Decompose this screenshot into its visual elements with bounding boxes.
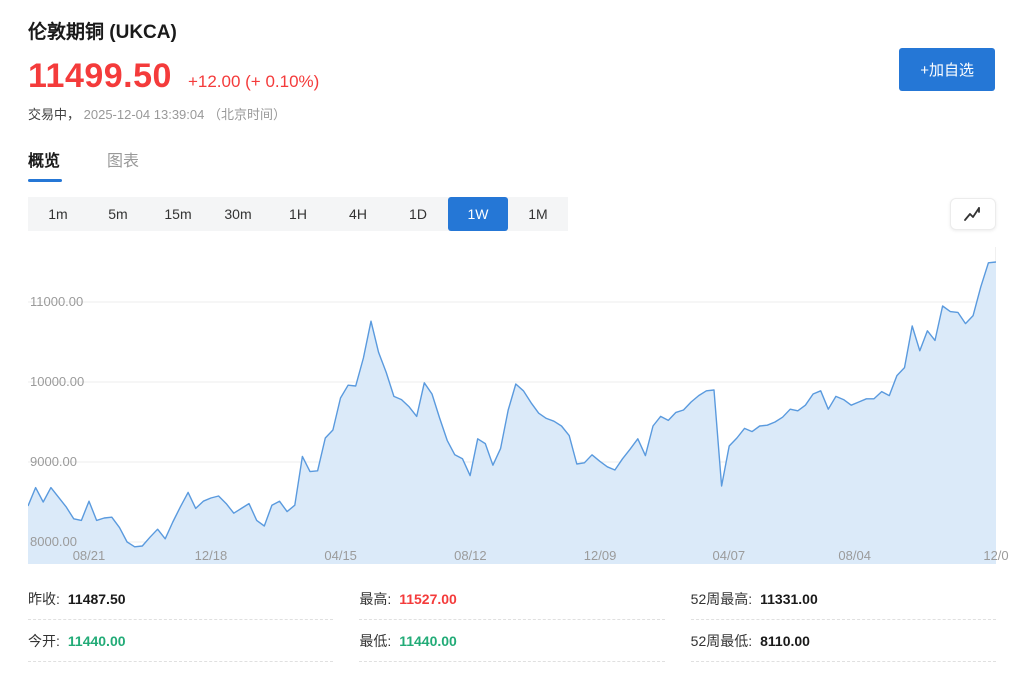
last-price: 11499.50 [28,57,172,96]
y-axis-label: 8000.00 [30,534,77,549]
tab-overview-label: 概览 [28,153,60,170]
line-chart-icon [963,205,983,223]
x-axis-label: 12/18 [195,548,228,563]
quote-datetime: 2025-12-04 13:39:04 [84,107,205,122]
quote-timezone: （北京时间） [208,107,286,122]
y-axis-label: 10000.00 [30,374,84,389]
range-selector: 1m 5m 15m 30m 1H 4H 1D 1W 1M [28,197,568,231]
stat-label: 52周最高: [691,589,752,609]
tab-chart[interactable]: 图表 [107,147,139,182]
status-row: 交易中， 2025-12-04 13:39:04 （北京时间） [28,104,996,123]
x-axis-label: 08/21 [73,548,106,563]
tab-chart-label: 图表 [107,153,139,170]
range-15m[interactable]: 15m [148,197,208,231]
tab-overview[interactable]: 概览 [28,147,62,182]
stat-52w-low: 52周最低: 8110.00 [691,620,996,662]
range-1h[interactable]: 1H [268,197,328,231]
stat-label: 今开: [28,631,60,651]
stat-value: 11440.00 [399,633,457,649]
page-title: 伦敦期铜 (UKCA) [28,0,996,44]
x-axis-label: 12/09 [584,548,617,563]
y-axis-label: 9000.00 [30,454,77,469]
price-row: 11499.50 +12.00 (+ 0.10%) [28,57,996,96]
range-4h[interactable]: 4H [328,197,388,231]
stat-value: 11440.00 [68,633,126,649]
chart-type-button[interactable] [950,198,996,230]
trading-status: 交易中， [28,107,80,122]
x-axis-label: 04/07 [713,548,746,563]
range-1d[interactable]: 1D [388,197,448,231]
quote-stats: 昨收: 11487.50 最高: 11527.00 52周最高: 11331.0… [28,578,996,662]
stat-prev-close: 昨收: 11487.50 [28,578,333,620]
active-tab-underline [28,179,62,182]
tab-bar: 概览 图表 [28,147,996,182]
stat-open: 今开: 11440.00 [28,620,333,662]
stat-label: 52周最低: [691,631,752,651]
x-axis-label: 08/04 [838,548,871,563]
stat-value: 8110.00 [760,633,810,649]
stat-value: 11331.00 [760,591,818,607]
stat-value: 11527.00 [399,591,457,607]
stat-label: 昨收: [28,589,60,609]
price-change: +12.00 (+ 0.10%) [188,72,319,92]
stat-high: 最高: 11527.00 [359,578,664,620]
quote-page: 伦敦期铜 (UKCA) 11499.50 +12.00 (+ 0.10%) 交易… [0,0,1024,677]
range-1m-month[interactable]: 1M [508,197,568,231]
x-axis-label: 08/12 [454,548,487,563]
stat-value: 11487.50 [68,591,126,607]
x-axis-label: 04/15 [324,548,357,563]
x-axis-label: 12/0 [983,548,1008,563]
range-1w[interactable]: 1W [448,197,508,231]
range-5m[interactable]: 5m [88,197,148,231]
chart-toolbar: 1m 5m 15m 30m 1H 4H 1D 1W 1M [28,197,996,231]
stat-low: 最低: 11440.00 [359,620,664,662]
price-area-chart[interactable]: 8000.00 9000.00 10000.00 11000.00 08/21 12/18… [28,247,996,564]
range-1m[interactable]: 1m [28,197,88,231]
range-30m[interactable]: 30m [208,197,268,231]
y-axis-label: 11000.00 [30,294,83,309]
stat-label: 最高: [359,589,391,609]
add-watchlist-button[interactable]: +加自选 [899,48,995,91]
stat-52w-high: 52周最高: 11331.00 [691,578,996,620]
chart-canvas [28,247,996,564]
stat-label: 最低: [359,631,391,651]
area-fill [28,262,996,564]
